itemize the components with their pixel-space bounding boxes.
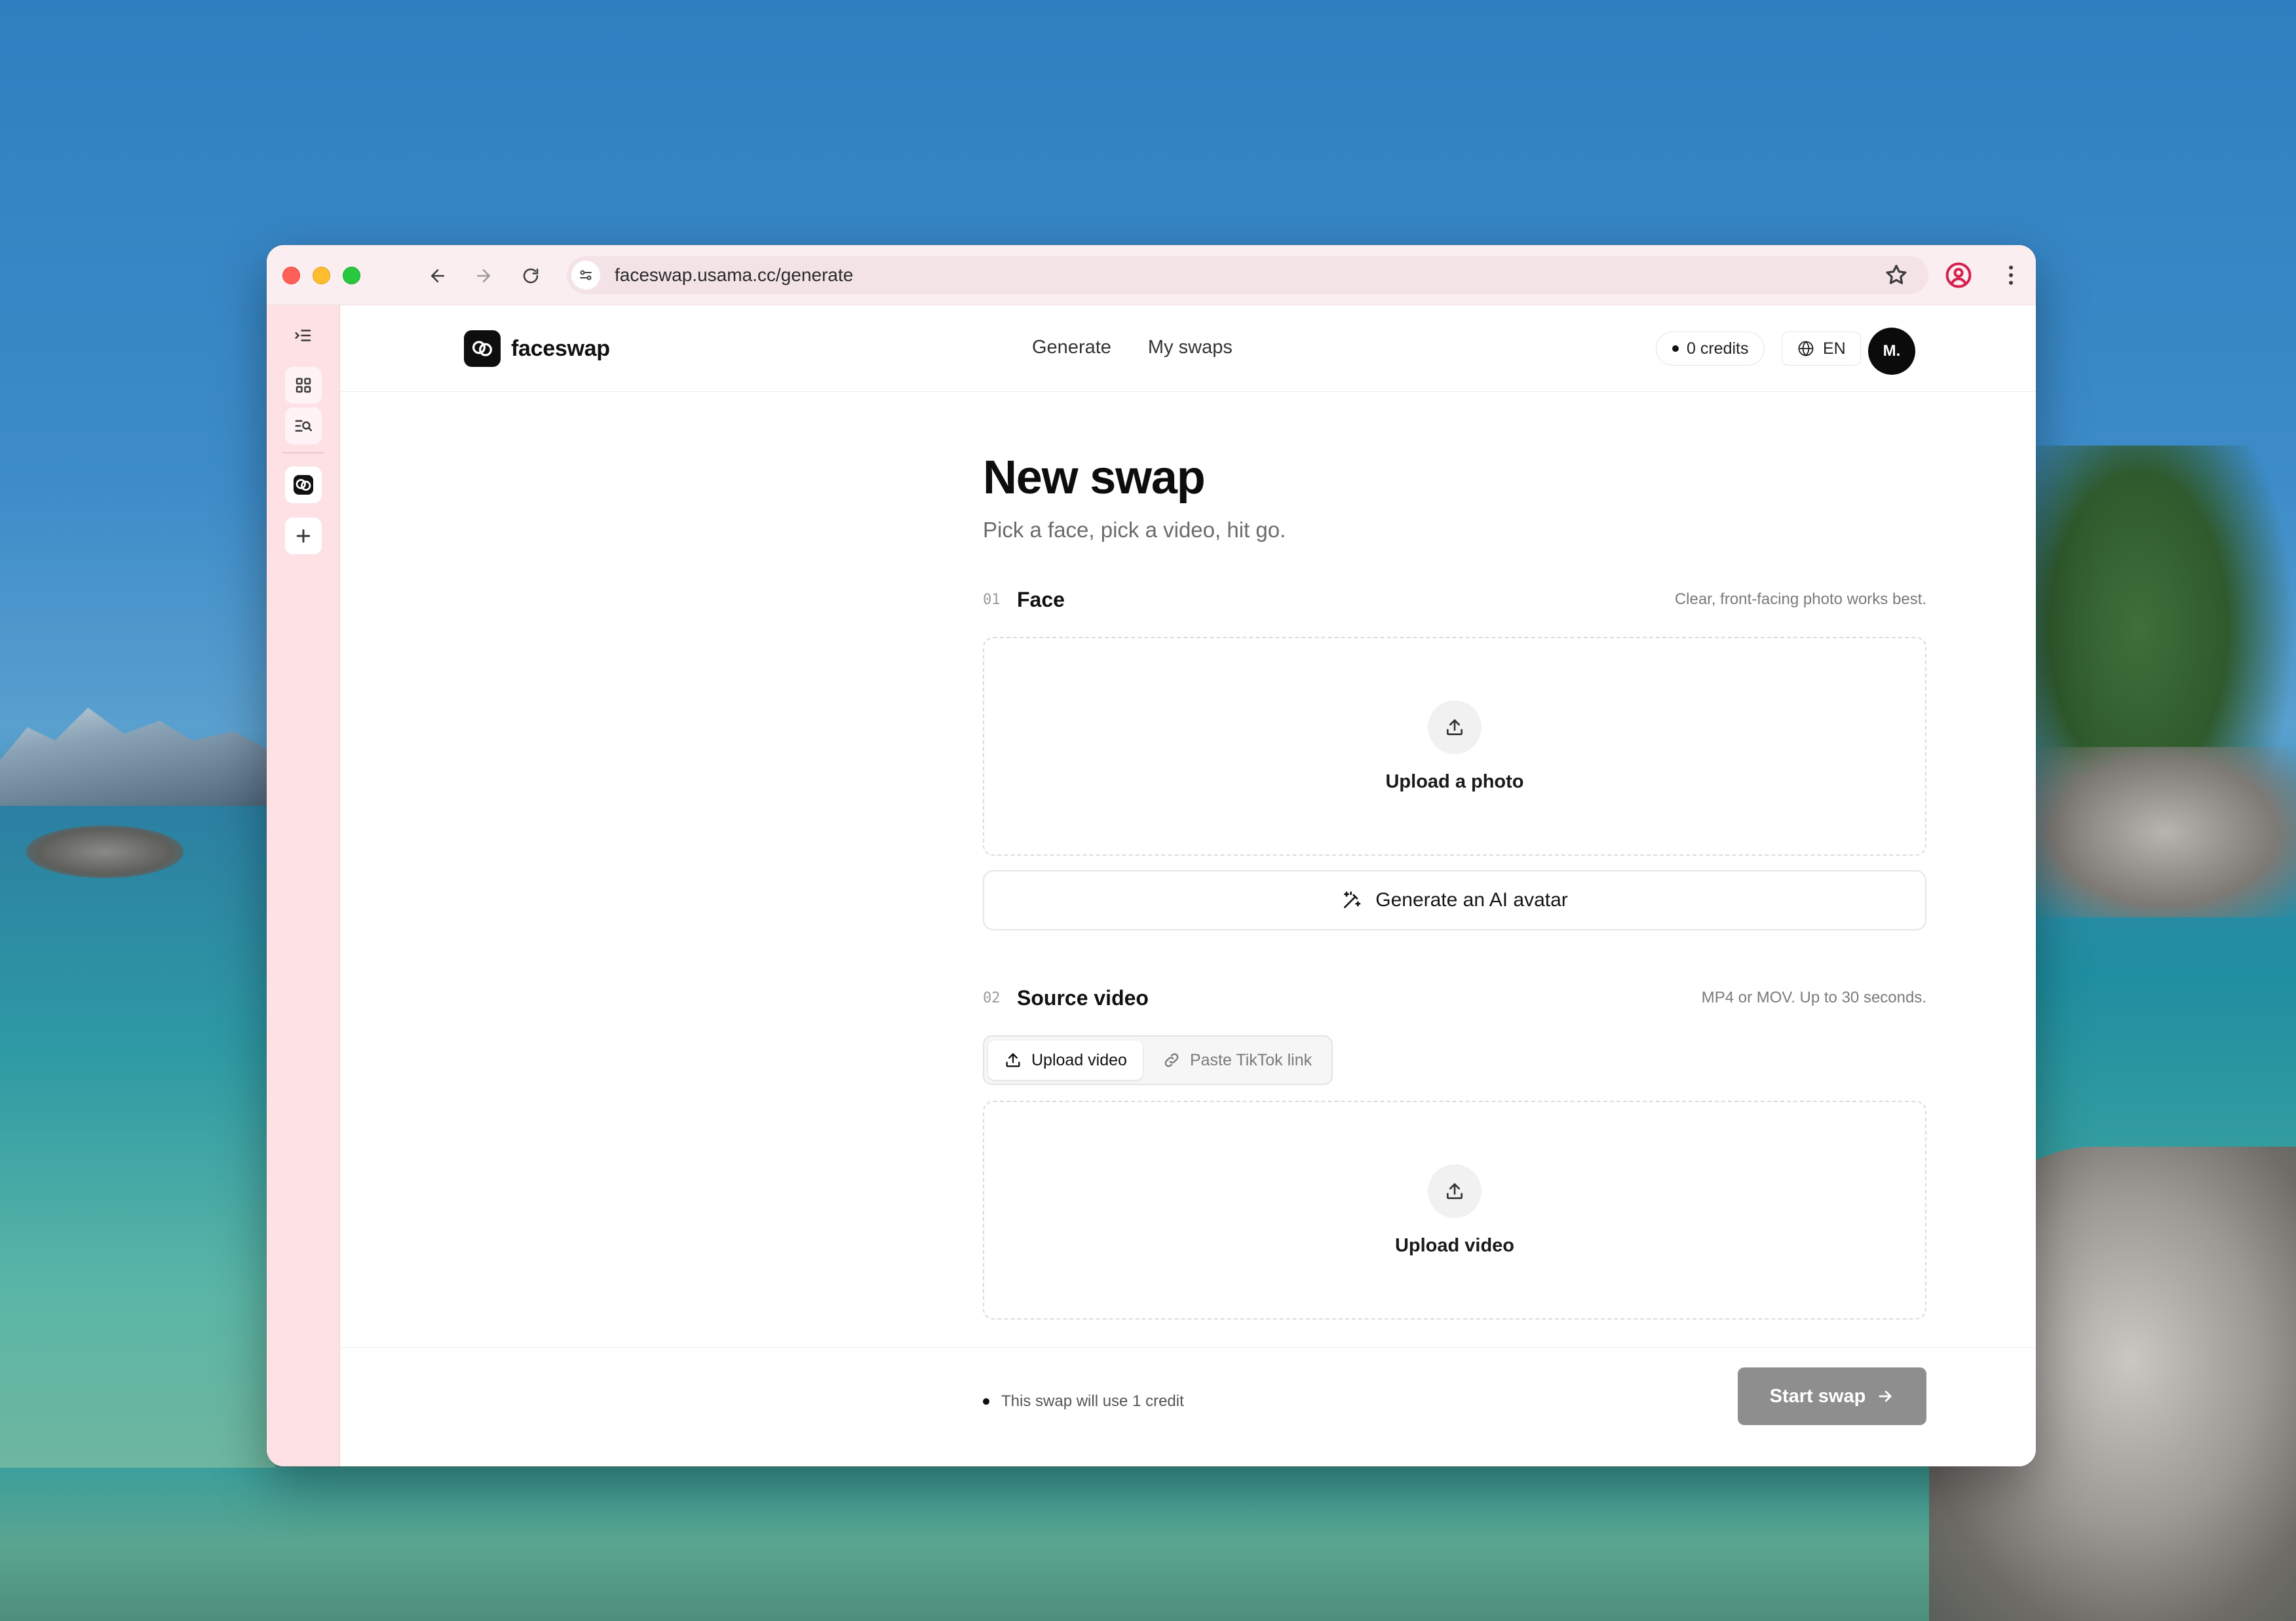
- address-bar[interactable]: faceswap.usama.cc/generate: [567, 256, 1928, 294]
- page-title: New swap: [983, 451, 1206, 504]
- section-number: 02: [983, 989, 1001, 1006]
- minimize-window-button[interactable]: [313, 267, 330, 284]
- language-code: EN: [1823, 339, 1846, 358]
- browser-sidebar: [267, 305, 340, 1466]
- status-dot: [983, 1398, 989, 1405]
- desktop-wallpaper-mountains: [0, 708, 275, 812]
- arrow-left-icon: [431, 269, 444, 282]
- faceswap-logo-icon: [464, 330, 501, 367]
- profile-icon[interactable]: [1944, 261, 1973, 290]
- upload-photo-label: Upload a photo: [1385, 771, 1524, 792]
- globe-icon: [1798, 341, 1814, 356]
- sidebar-tabs-button[interactable]: [285, 367, 322, 404]
- tab-label: Upload video: [1031, 1050, 1127, 1069]
- face-upload-dropzone[interactable]: Upload a photo: [983, 637, 1926, 856]
- arrow-right-icon: [477, 269, 490, 282]
- app-main: faceswap Generate My swaps 0 credits EN …: [340, 305, 2036, 1466]
- video-source-tabs: Upload video Paste TikTok link: [983, 1035, 1333, 1085]
- upload-icon: [1428, 1164, 1482, 1218]
- bookmark-star-icon[interactable]: [1884, 263, 1909, 288]
- action-footer: This swap will use 1 credit Start swap: [340, 1347, 2036, 1466]
- site-settings-icon[interactable]: [571, 261, 600, 290]
- sidebar-add-button[interactable]: [285, 518, 322, 554]
- browser-titlebar: faceswap.usama.cc/generate: [267, 245, 2036, 305]
- generate-ai-avatar-label: Generate an AI avatar: [1375, 889, 1568, 911]
- brand-link[interactable]: faceswap: [464, 330, 610, 367]
- close-window-button[interactable]: [282, 267, 300, 284]
- more-menu-icon[interactable]: [1998, 262, 2024, 288]
- tab-upload-video[interactable]: Upload video: [988, 1040, 1143, 1080]
- section-title: Face: [1017, 587, 1065, 611]
- url-text: faceswap.usama.cc/generate: [615, 265, 854, 285]
- user-avatar[interactable]: M.: [1868, 328, 1915, 375]
- tab-paste-tiktok-link[interactable]: Paste TikTok link: [1147, 1040, 1328, 1080]
- credit-usage-text: This swap will use 1 credit: [1001, 1392, 1184, 1410]
- brand-name: faceswap: [511, 335, 610, 361]
- back-button[interactable]: [421, 259, 454, 292]
- forward-button[interactable]: [467, 259, 500, 292]
- credits-badge[interactable]: 0 credits: [1656, 332, 1765, 366]
- generate-ai-avatar-button[interactable]: Generate an AI avatar: [983, 870, 1926, 930]
- language-selector[interactable]: EN: [1782, 332, 1861, 366]
- maximize-window-button[interactable]: [343, 267, 360, 284]
- magic-wand-icon: [1344, 891, 1361, 908]
- section-hint: Clear, front-facing photo works best.: [1674, 590, 1926, 608]
- status-dot: [1672, 345, 1679, 352]
- link-icon: [1164, 1053, 1179, 1067]
- face-section-header: 01 Face Clear, front-facing photo works …: [983, 583, 1926, 616]
- search-list-icon: [295, 420, 313, 432]
- desktop-wallpaper-rocks: [2034, 747, 2296, 917]
- upload-icon: [1428, 700, 1482, 754]
- reload-icon: [523, 268, 539, 284]
- sidebar-toggle-icon: [295, 330, 311, 341]
- start-swap-button[interactable]: Start swap: [1738, 1367, 1926, 1425]
- nav-my-swaps[interactable]: My swaps: [1148, 337, 1233, 358]
- upload-icon: [1006, 1053, 1020, 1067]
- credit-usage-note: This swap will use 1 credit: [983, 1392, 1184, 1411]
- video-upload-dropzone[interactable]: Upload video: [983, 1101, 1926, 1320]
- section-hint: MP4 or MOV. Up to 30 seconds.: [1701, 989, 1926, 1006]
- browser-window: faceswap.usama.cc/generate faceswap Gene…: [267, 245, 2036, 1466]
- sidebar-search-button[interactable]: [285, 408, 322, 444]
- video-section-header: 02 Source video MP4 or MOV. Up to 30 sec…: [983, 982, 1926, 1014]
- upload-video-label: Upload video: [1394, 1234, 1515, 1256]
- app-header: faceswap Generate My swaps 0 credits EN …: [340, 305, 2036, 392]
- page-subtitle: Pick a face, pick a video, hit go.: [983, 518, 1286, 542]
- top-navigation: Generate My swaps: [1032, 337, 1233, 358]
- plus-icon: [296, 529, 311, 543]
- sidebar-toggle-button[interactable]: [285, 317, 322, 354]
- arrow-right-icon: [1879, 1390, 1892, 1402]
- sidebar-faceswap-tab[interactable]: [285, 467, 322, 503]
- desktop-wallpaper-rock: [26, 826, 183, 878]
- sidebar-divider: [282, 452, 324, 453]
- section-number: 01: [983, 591, 1001, 608]
- start-swap-label: Start swap: [1769, 1385, 1866, 1407]
- grid-icon: [296, 377, 311, 393]
- credits-text: 0 credits: [1687, 339, 1749, 358]
- nav-generate[interactable]: Generate: [1032, 337, 1111, 358]
- faceswap-app-icon: [294, 475, 313, 495]
- section-title: Source video: [1017, 985, 1149, 1010]
- tab-label: Paste TikTok link: [1189, 1050, 1312, 1069]
- reload-button[interactable]: [514, 259, 547, 292]
